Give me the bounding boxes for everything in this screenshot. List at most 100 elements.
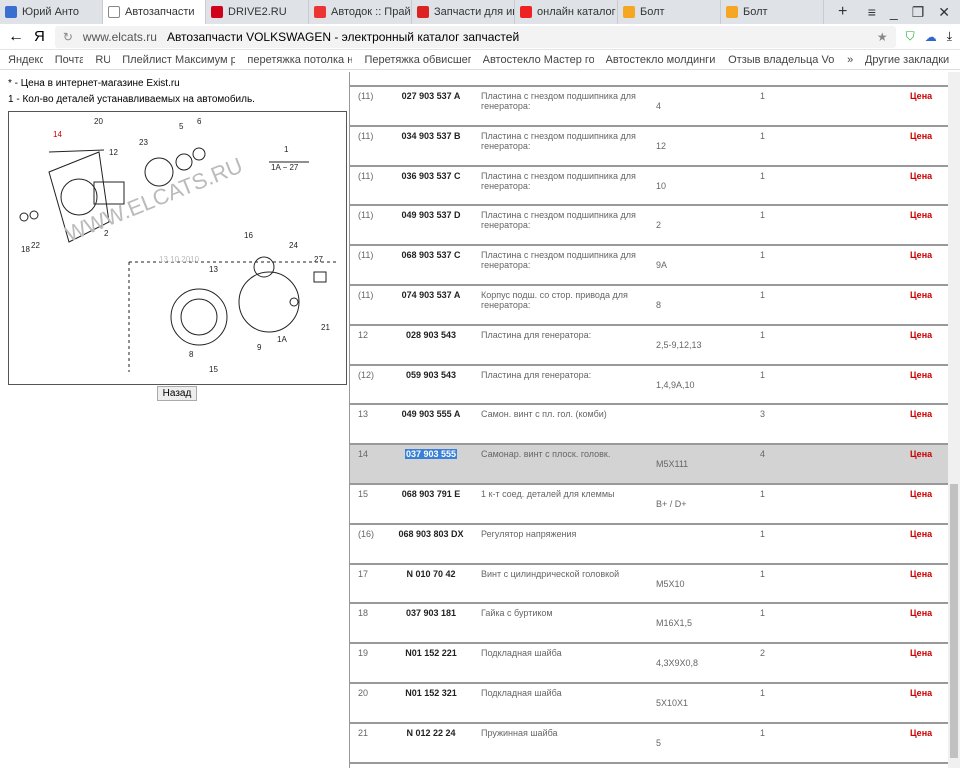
price-link[interactable]: Цена bbox=[910, 529, 932, 539]
price-link[interactable]: Цена bbox=[910, 330, 932, 340]
browser-tab[interactable]: DRIVE2.RU bbox=[206, 0, 309, 24]
yandex-logo-icon[interactable]: Я bbox=[34, 28, 45, 45]
browser-tab[interactable]: Юрий Анто bbox=[0, 0, 103, 24]
svg-text:24: 24 bbox=[289, 241, 298, 250]
table-row: 20 N01 152 321 Подкладная шайба 5X10X1 1… bbox=[350, 682, 948, 722]
svg-text:1A: 1A bbox=[277, 335, 287, 344]
part-number[interactable]: 049 903 555 A bbox=[386, 409, 476, 419]
bookmark-item[interactable]: » bbox=[847, 54, 853, 66]
price-link[interactable]: Цена bbox=[910, 569, 932, 579]
part-number[interactable]: N 010 70 42 bbox=[386, 569, 476, 579]
part-number[interactable]: 034 903 537 B bbox=[386, 131, 476, 141]
new-tab-icon[interactable]: + bbox=[824, 3, 861, 21]
part-number[interactable]: 059 903 543 bbox=[386, 370, 476, 380]
part-number[interactable]: 068 903 791 E bbox=[386, 489, 476, 499]
price-link[interactable]: Цена bbox=[910, 370, 932, 380]
price-link[interactable]: Цена bbox=[910, 728, 932, 738]
price-link[interactable]: Цена bbox=[910, 91, 932, 101]
table-row: (11) 027 903 537 A Пластина с гнездом по… bbox=[350, 85, 948, 125]
url-field[interactable]: ↻ www.elcats.ru Автозапчасти VOLKSWAGEN … bbox=[54, 25, 896, 48]
part-note: 2 bbox=[656, 220, 662, 231]
bookmark-item[interactable]: Перетяжка обвисшего bbox=[364, 54, 470, 66]
bookmark-item[interactable]: Почта bbox=[55, 54, 84, 66]
table-row: 17 N 010 70 42 Винт с цилиндрической гол… bbox=[350, 562, 948, 603]
table-row: (11) 049 903 537 D Пластина с гнездом по… bbox=[350, 204, 948, 244]
price-link[interactable]: Цена bbox=[910, 210, 932, 220]
price-link[interactable]: Цена bbox=[910, 171, 932, 181]
bookmark-item[interactable]: Яндекс bbox=[8, 54, 43, 66]
part-number[interactable]: N01 152 221 bbox=[386, 648, 476, 658]
part-number[interactable]: 068 903 537 C bbox=[386, 250, 476, 260]
price-link[interactable]: Цена bbox=[910, 290, 932, 300]
part-name: Пластина с гнездом подшипника для генера… bbox=[481, 91, 636, 111]
restore-icon[interactable]: ❐ bbox=[912, 4, 925, 21]
part-number[interactable]: N01 152 321 bbox=[386, 688, 476, 698]
price-link[interactable]: Цена bbox=[910, 449, 932, 459]
bookmark-item[interactable]: Отзыв владельца Volk bbox=[728, 54, 835, 66]
part-number[interactable]: N 012 22 24 bbox=[386, 728, 476, 738]
part-name: Гайка с буртиком bbox=[481, 608, 553, 619]
browser-tab[interactable]: Запчасти для ино bbox=[412, 0, 515, 24]
browser-tab[interactable]: Автодок :: Прайс bbox=[309, 0, 412, 24]
bookmark-item[interactable]: RU bbox=[95, 54, 110, 66]
back-button[interactable]: Назад bbox=[157, 386, 197, 401]
close-icon[interactable]: ✕ bbox=[938, 4, 950, 21]
scrollbar-thumb[interactable] bbox=[950, 484, 958, 758]
part-name: Подкладная шайба bbox=[481, 688, 562, 698]
bookmark-item[interactable]: Автостекло Мастер гор bbox=[483, 54, 594, 66]
part-number[interactable]: 037 903 181 bbox=[386, 608, 476, 618]
favicon-icon bbox=[108, 6, 120, 18]
bookmark-item[interactable]: Автостекло молдинги т bbox=[606, 54, 717, 66]
reload-icon[interactable]: ↻ bbox=[63, 30, 73, 44]
quantity: 1 bbox=[760, 489, 766, 499]
quantity: 1 bbox=[760, 688, 766, 698]
part-name: Корпус подш. со стор. привода для генера… bbox=[481, 290, 628, 310]
menu-icon[interactable]: ≡ bbox=[868, 4, 876, 21]
scrollbar[interactable] bbox=[948, 72, 960, 768]
browser-tab[interactable]: онлайн каталог з bbox=[515, 0, 618, 24]
shield-icon[interactable]: ⛉ bbox=[906, 29, 915, 44]
position: 20 bbox=[358, 688, 369, 698]
position: (11) bbox=[358, 91, 374, 101]
part-note: M5X111 bbox=[656, 459, 689, 470]
svg-text:21: 21 bbox=[321, 323, 330, 332]
part-number[interactable]: 027 903 537 A bbox=[386, 91, 476, 101]
browser-tab[interactable]: Болт bbox=[618, 0, 721, 24]
svg-text:9: 9 bbox=[257, 343, 262, 352]
parts-diagram[interactable]: 14 20 12 23 5 6 18 22 2 16 13 8 15 9 1A 24 27 21 1 1A −… bbox=[8, 111, 347, 385]
download-icon[interactable]: ⤓ bbox=[947, 29, 952, 44]
table-row: 21 N 012 22 24 Пружинная шайба 5 1 Цена bbox=[350, 721, 948, 762]
price-link[interactable]: Цена bbox=[910, 409, 932, 419]
part-number[interactable]: 036 903 537 C bbox=[386, 171, 476, 181]
other-bookmarks[interactable]: Другие закладки ▾ bbox=[865, 53, 952, 66]
svg-text:1: 1 bbox=[284, 145, 289, 154]
price-link[interactable]: Цена bbox=[910, 489, 932, 499]
part-name: Винт с цилиндрической головкой bbox=[481, 568, 620, 579]
part-number[interactable]: 037 903 555 bbox=[386, 449, 476, 460]
part-number[interactable]: 074 903 537 A bbox=[386, 290, 476, 300]
back-icon[interactable]: ← bbox=[8, 28, 24, 46]
position: 18 bbox=[358, 608, 369, 619]
svg-text:8: 8 bbox=[189, 350, 194, 359]
position: (12) bbox=[358, 369, 375, 380]
browser-tab[interactable]: Автозапчасти bbox=[103, 0, 206, 24]
part-number[interactable]: 068 903 803 DX bbox=[386, 529, 476, 539]
favicon-icon bbox=[314, 6, 326, 18]
part-number[interactable]: 049 903 537 D bbox=[386, 210, 476, 220]
price-link[interactable]: Цена bbox=[910, 648, 932, 658]
url-domain: www.elcats.ru bbox=[82, 29, 157, 44]
price-link[interactable]: Цена bbox=[910, 688, 932, 698]
price-link[interactable]: Цена bbox=[910, 250, 932, 260]
part-note: 5 bbox=[656, 737, 662, 748]
browser-tab[interactable]: Болт bbox=[721, 0, 824, 24]
star-icon[interactable]: ★ bbox=[877, 30, 888, 44]
price-link[interactable]: Цена bbox=[910, 608, 932, 618]
price-link[interactable]: Цена bbox=[910, 131, 932, 141]
quantity: 4 bbox=[760, 449, 766, 460]
weather-icon[interactable]: ☁ bbox=[925, 30, 937, 44]
part-number[interactable]: 028 903 543 bbox=[386, 330, 476, 340]
part-name: Подкладная шайба bbox=[481, 648, 562, 659]
bookmark-item[interactable]: перетяжка потолка на bbox=[247, 54, 352, 66]
minimize-icon[interactable]: _ bbox=[890, 4, 898, 21]
bookmark-item[interactable]: Плейлист Максимум ра bbox=[122, 54, 235, 66]
